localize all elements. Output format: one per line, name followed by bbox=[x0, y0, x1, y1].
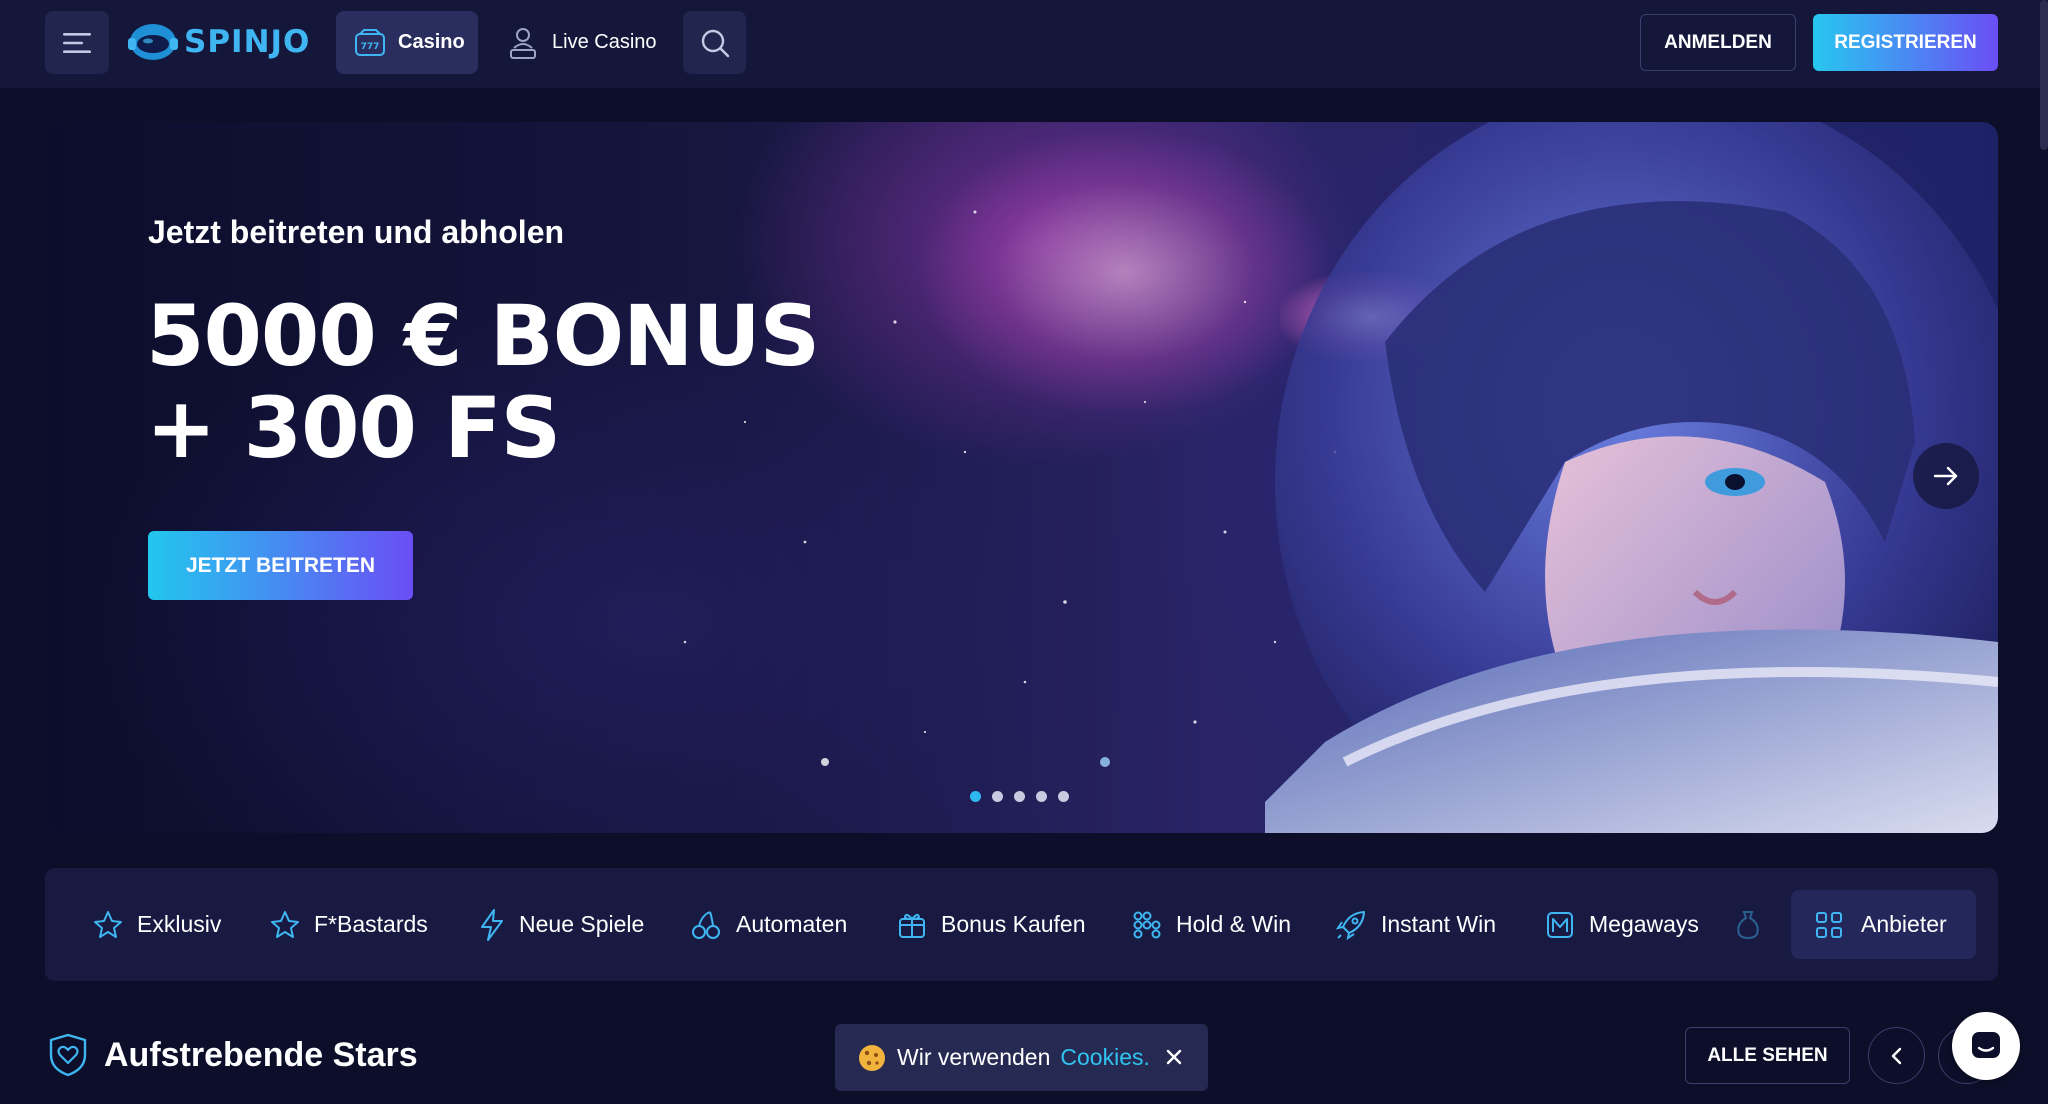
hero-kicker: Jetzt beitreten und abholen bbox=[148, 214, 565, 250]
heart-shield-icon bbox=[49, 1033, 87, 1077]
chat-widget-button[interactable] bbox=[1952, 1012, 2020, 1080]
login-button[interactable]: ANMELDEN bbox=[1640, 14, 1796, 71]
nav-live-casino-tab[interactable]: Live Casino bbox=[500, 11, 657, 74]
nav-casino-tab[interactable]: 777 Casino bbox=[336, 11, 478, 74]
nav-live-casino-label: Live Casino bbox=[552, 31, 657, 53]
money-bag-icon bbox=[1737, 910, 1759, 939]
category-label: Neue Spiele bbox=[519, 911, 645, 937]
section-title: Aufstrebende Stars bbox=[104, 1035, 418, 1074]
carousel-dot[interactable] bbox=[992, 791, 1003, 802]
megaways-icon bbox=[1547, 911, 1573, 938]
category-fbastards[interactable]: F*Bastards bbox=[270, 868, 428, 981]
slot-machine-icon: 777 bbox=[355, 28, 385, 56]
category-neue-spiele[interactable]: Neue Spiele bbox=[479, 868, 644, 981]
nav-casino-label: Casino bbox=[398, 31, 465, 53]
hero-title-line1: 5000 € BONUS bbox=[146, 287, 820, 385]
carousel-next-button[interactable] bbox=[1913, 443, 1979, 509]
register-button[interactable]: REGISTRIEREN bbox=[1813, 14, 1998, 71]
dots-grid-icon bbox=[1133, 911, 1161, 938]
arrow-right-icon bbox=[1933, 466, 1958, 486]
carousel-dots bbox=[970, 791, 1069, 802]
providers-button[interactable]: Anbieter bbox=[1791, 890, 1976, 959]
carousel-dot[interactable] bbox=[970, 791, 981, 802]
cherries-icon bbox=[692, 910, 720, 939]
logo-helmet-icon bbox=[128, 24, 178, 60]
carousel-dot[interactable] bbox=[1014, 791, 1025, 802]
search-button[interactable] bbox=[683, 11, 746, 74]
lightning-icon bbox=[481, 908, 503, 941]
category-label: Instant Win bbox=[1381, 911, 1497, 937]
section-prev-button[interactable] bbox=[1868, 1027, 1925, 1084]
carousel-dot[interactable] bbox=[1036, 791, 1047, 802]
carousel-dot[interactable] bbox=[1058, 791, 1069, 802]
chat-icon bbox=[1972, 1032, 2000, 1058]
category-label: Hold & Win bbox=[1176, 911, 1292, 937]
dealer-icon bbox=[510, 27, 536, 59]
see-all-button[interactable]: ALLE SEHEN bbox=[1685, 1027, 1850, 1084]
category-label: Megaways bbox=[1589, 911, 1699, 937]
category-label: F*Bastards bbox=[314, 911, 428, 937]
cookie-text: Wir verwenden bbox=[897, 1044, 1051, 1070]
cookie-banner: Wir verwenden Cookies. bbox=[835, 1024, 1208, 1091]
rocket-icon bbox=[1335, 910, 1365, 940]
join-now-button[interactable]: JETZT BEITRETEN bbox=[148, 531, 413, 600]
page-scrollbar[interactable] bbox=[2040, 0, 2048, 150]
category-instant-win[interactable]: Instant Win bbox=[1335, 868, 1496, 981]
category-label: Automaten bbox=[736, 911, 848, 937]
category-bar: Exklusiv F*Bastards Neue Spiele Automate… bbox=[45, 868, 1998, 981]
star-icon bbox=[271, 910, 299, 938]
hero-title-line2: + 300 FS bbox=[146, 379, 561, 477]
section-header: Aufstrebende Stars bbox=[48, 1030, 418, 1080]
logo-text: SPINJO bbox=[184, 24, 311, 60]
menu-button[interactable] bbox=[45, 11, 109, 74]
category-bonus-kaufen[interactable]: Bonus Kaufen bbox=[897, 868, 1086, 981]
category-label: Exklusiv bbox=[137, 911, 222, 937]
gift-icon bbox=[899, 913, 925, 938]
hamburger-icon bbox=[63, 32, 91, 53]
category-megaways[interactable]: Megaways bbox=[1545, 868, 1699, 981]
hero-banner: Jetzt beitreten und abholen 5000 € BONUS… bbox=[45, 122, 1998, 833]
cookie-icon bbox=[859, 1044, 885, 1071]
providers-label: Anbieter bbox=[1861, 911, 1947, 937]
svg-text:777: 777 bbox=[361, 42, 380, 52]
star-icon bbox=[94, 910, 122, 938]
category-automaten[interactable]: Automaten bbox=[690, 868, 847, 981]
hero-title: 5000 € BONUS + 300 FS bbox=[146, 290, 906, 474]
spinjo-logo[interactable]: SPINJO bbox=[128, 20, 310, 64]
grid-icon bbox=[1816, 911, 1842, 938]
search-icon bbox=[701, 29, 729, 57]
chevron-left-icon bbox=[1891, 1047, 1901, 1064]
category-hold-and-win[interactable]: Hold & Win bbox=[1132, 868, 1291, 981]
close-icon bbox=[1166, 1049, 1182, 1065]
cookie-close-button[interactable] bbox=[1162, 1045, 1186, 1069]
category-label: Bonus Kaufen bbox=[941, 911, 1086, 937]
cookie-link[interactable]: Cookies. bbox=[1060, 1044, 1149, 1071]
category-exklusiv[interactable]: Exklusiv bbox=[93, 868, 221, 981]
top-header: SPINJO 777 Casino Live Casino ANMELDEN R… bbox=[0, 0, 2048, 88]
astronaut-illustration bbox=[1265, 122, 1998, 833]
